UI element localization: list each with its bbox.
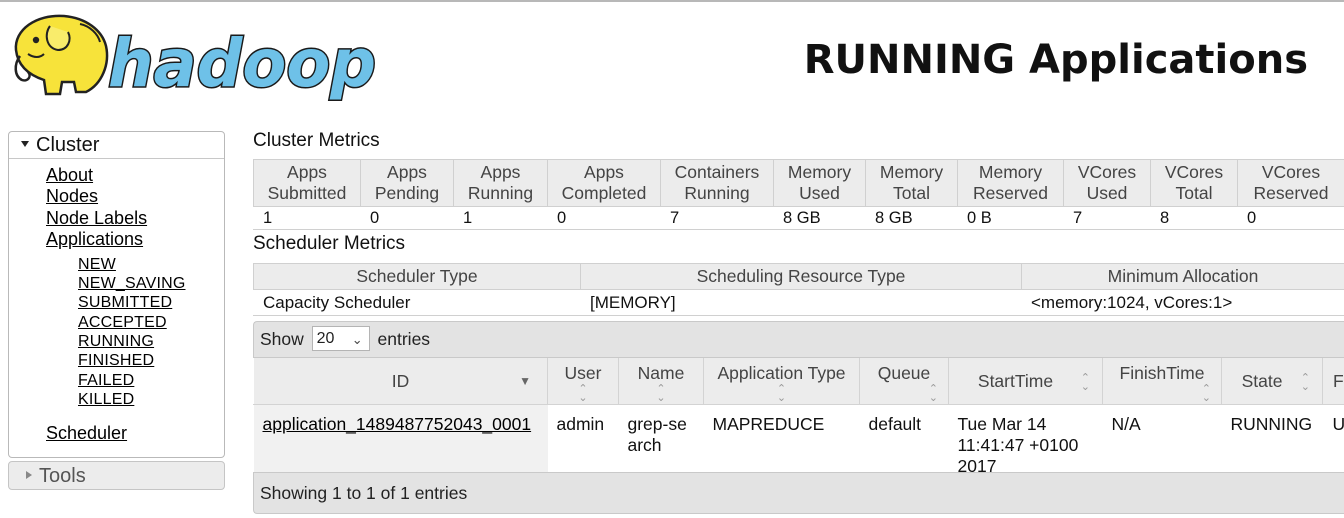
metric-header: VCores Total bbox=[1150, 159, 1238, 207]
chevron-down-icon: ⌄ bbox=[351, 332, 363, 348]
metric-value: 0 bbox=[360, 206, 454, 230]
cluster-metrics-header-row: Apps Submitted Apps Pending Apps Running Ap… bbox=[253, 159, 1344, 207]
metric-header: VCores Used bbox=[1063, 159, 1151, 207]
scheduler-metrics-value-row: Capacity Scheduler [MEMORY] <memory:1024… bbox=[253, 289, 1344, 316]
cluster-metrics-title: Cluster Metrics bbox=[253, 130, 380, 151]
nav-link-applications[interactable]: Applications bbox=[46, 229, 143, 250]
hadoop-logo: hadoop bbox=[14, 14, 378, 102]
metric-value: 0 bbox=[547, 206, 661, 230]
sort-both-icon: ⌃ ⌄ bbox=[776, 383, 787, 404]
nav-link-nodes[interactable]: Nodes bbox=[46, 186, 98, 207]
cluster-metrics-value-row: 1 0 1 0 7 8 GB 8 GB 0 B 7 8 0 bbox=[253, 206, 1344, 230]
metric-value: 8 GB bbox=[773, 206, 866, 230]
column-header-user[interactable]: User ⌃ ⌄ bbox=[547, 358, 619, 405]
nav-state-accepted[interactable]: ACCEPTED bbox=[78, 314, 167, 332]
metric-value: 1 bbox=[453, 206, 548, 230]
logo-wordmark: hadoop bbox=[108, 25, 376, 102]
metric-header: VCores Reserved bbox=[1237, 159, 1344, 207]
app-id-link[interactable]: application_1489487752043_0001 bbox=[263, 414, 532, 434]
table-length-bar: Show 20 ⌄ entries bbox=[253, 321, 1344, 358]
cluster-label: Cluster bbox=[36, 134, 100, 156]
column-header-name[interactable]: Name ⌃ ⌄ bbox=[618, 358, 704, 405]
scheduler-metrics-table: Scheduler Type Scheduling Resource Type … bbox=[253, 263, 1344, 316]
nav-link-scheduler[interactable]: Scheduler bbox=[46, 423, 127, 444]
app-state-cell: RUNNING bbox=[1221, 404, 1323, 478]
scheduler-header: Scheduler Type bbox=[253, 263, 581, 290]
nav-state-killed[interactable]: KILLED bbox=[78, 391, 134, 409]
nav-link-about[interactable]: About bbox=[46, 165, 93, 186]
nav-state-running[interactable]: RUNNING bbox=[78, 333, 154, 351]
column-header-final-status[interactable]: F bbox=[1322, 358, 1344, 405]
sort-both-icon: ⌃ ⌄ bbox=[578, 383, 588, 404]
table-row: application_1489487752043_0001 admin gre… bbox=[253, 404, 1344, 478]
column-header-application-type[interactable]: Application Type ⌃ ⌄ bbox=[703, 358, 860, 405]
nav-state-new[interactable]: NEW bbox=[78, 256, 116, 274]
nav-state-submitted[interactable]: SUBMITTED bbox=[78, 294, 172, 312]
show-label: Show bbox=[260, 329, 304, 349]
entries-per-page-select[interactable]: 20 ⌄ bbox=[311, 326, 370, 352]
metric-value: 1 bbox=[253, 206, 361, 230]
scheduler-value: Capacity Scheduler bbox=[253, 289, 581, 316]
metric-value: 0 B bbox=[957, 206, 1064, 230]
sort-both-icon: ⌃ ⌄ bbox=[1080, 372, 1090, 393]
scheduler-value: <memory:1024, vCores:1> bbox=[1021, 289, 1344, 316]
column-header-state[interactable]: State ⌃ ⌄ bbox=[1221, 358, 1323, 405]
app-finish-time-cell: N/A bbox=[1102, 404, 1222, 478]
scheduler-header: Scheduling Resource Type bbox=[580, 263, 1022, 290]
expand-triangle-icon bbox=[26, 471, 32, 480]
metric-value: 7 bbox=[1063, 206, 1151, 230]
tools-nav-panel[interactable]: Tools bbox=[8, 461, 225, 490]
sort-both-icon: ⌃ ⌄ bbox=[656, 383, 666, 404]
app-name-cell: grep-search bbox=[618, 404, 704, 478]
entries-label: entries bbox=[377, 329, 431, 349]
page-title: RUNNING Applications bbox=[803, 37, 1308, 83]
app-user-cell: admin bbox=[547, 404, 619, 478]
sort-both-icon: ⌃ ⌄ bbox=[928, 383, 938, 404]
metric-header: Memory Used bbox=[773, 159, 866, 207]
sort-desc-icon: ▼ bbox=[519, 374, 531, 388]
metric-header: Containers Running bbox=[660, 159, 774, 207]
metric-value: 7 bbox=[660, 206, 774, 230]
nav-state-new-saving[interactable]: NEW_SAVING bbox=[78, 275, 186, 293]
scheduler-header: Minimum Allocation bbox=[1021, 263, 1344, 290]
entries-per-page-value: 20 bbox=[316, 330, 335, 348]
table-info-bar: Showing 1 to 1 of 1 entries bbox=[253, 472, 1344, 514]
elephant-icon bbox=[14, 14, 109, 96]
tools-label: Tools bbox=[39, 465, 86, 487]
sort-both-icon: ⌃ ⌄ bbox=[1300, 372, 1310, 393]
app-type-cell: MAPREDUCE bbox=[703, 404, 860, 478]
metric-header: Apps Pending bbox=[360, 159, 454, 207]
metric-header: Apps Submitted bbox=[253, 159, 361, 207]
table-info-text: Showing 1 to 1 of 1 entries bbox=[260, 483, 468, 503]
metric-header: Memory Total bbox=[865, 159, 958, 207]
sort-both-icon: ⌃ ⌄ bbox=[1201, 383, 1211, 404]
column-header-id[interactable]: ID ▼ bbox=[253, 358, 548, 405]
scheduler-metrics-header-row: Scheduler Type Scheduling Resource Type … bbox=[253, 263, 1344, 290]
nav-state-finished[interactable]: FINISHED bbox=[78, 352, 154, 370]
metric-header: Apps Running bbox=[453, 159, 548, 207]
metric-value: 0 bbox=[1237, 206, 1344, 230]
scheduler-value: [MEMORY] bbox=[580, 289, 1022, 316]
column-header-finish-time[interactable]: FinishTime ⌃ ⌄ bbox=[1102, 358, 1222, 405]
app-start-time-cell: Tue Mar 14 11:41:47 +0100 2017 bbox=[948, 404, 1103, 478]
scheduler-metrics-title: Scheduler Metrics bbox=[253, 233, 406, 254]
cluster-nav-panel: Cluster About Nodes Node Labels Applicat… bbox=[8, 131, 225, 458]
app-id-cell: application_1489487752043_0001 bbox=[253, 404, 548, 478]
cluster-metrics-table: Apps Submitted Apps Pending Apps Running Ap… bbox=[253, 159, 1344, 230]
collapse-triangle-icon bbox=[21, 141, 29, 148]
column-header-queue[interactable]: Queue ⌃ ⌄ bbox=[859, 358, 949, 405]
applications-header-row: ID ▼ User ⌃ ⌄ Name ⌃ ⌄ Application Type ⌃ ⌄… bbox=[253, 358, 1344, 405]
app-final-status-cell: U bbox=[1322, 404, 1344, 478]
metric-value: 8 bbox=[1150, 206, 1238, 230]
metric-header: Memory Reserved bbox=[957, 159, 1064, 207]
applications-table: ID ▼ User ⌃ ⌄ Name ⌃ ⌄ Application Type ⌃ ⌄… bbox=[253, 358, 1344, 478]
column-header-start-time[interactable]: StartTime ⌃ ⌄ bbox=[948, 358, 1103, 405]
metric-value: 8 GB bbox=[865, 206, 958, 230]
nav-link-node-labels[interactable]: Node Labels bbox=[46, 208, 147, 229]
app-queue-cell: default bbox=[859, 404, 949, 478]
top-border bbox=[0, 0, 1344, 2]
nav-state-failed[interactable]: FAILED bbox=[78, 372, 134, 390]
metric-header: Apps Completed bbox=[547, 159, 661, 207]
cluster-nav-header[interactable]: Cluster bbox=[9, 132, 224, 159]
